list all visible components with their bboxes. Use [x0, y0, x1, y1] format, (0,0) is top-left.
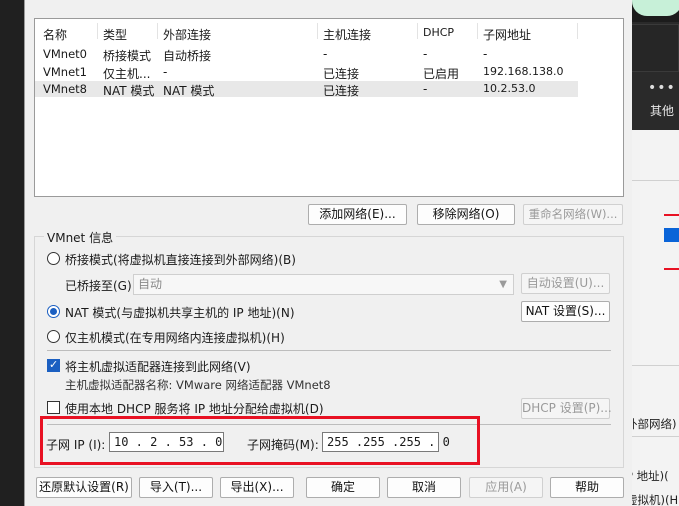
row-dhcp: 已启用: [423, 67, 460, 81]
row-subnet: -: [483, 47, 488, 61]
rename-network-button[interactable]: 重命名网络(W)...: [523, 204, 623, 225]
row-name: VMnet0: [43, 47, 87, 61]
background-text: P 地址)(: [626, 469, 669, 483]
background-other-label[interactable]: 其他: [650, 102, 674, 119]
vmnet-info-title: VMnet 信息: [44, 229, 117, 246]
background-divider: [624, 436, 679, 437]
host-only-radio[interactable]: [47, 330, 60, 343]
column-separator: [97, 23, 98, 39]
row-external: NAT 模式: [163, 84, 215, 98]
column-header-host[interactable]: 主机连接: [323, 26, 371, 43]
virtual-network-editor-dialog: 名称 类型 外部连接 主机连接 DHCP 子网地址 VMnet0 桥接模式 自动…: [24, 0, 632, 506]
column-header-name[interactable]: 名称: [43, 26, 67, 43]
row-host: 已连接: [323, 84, 360, 98]
row-external: -: [163, 65, 168, 79]
auto-settings-button[interactable]: 自动设置(U)...: [521, 273, 610, 294]
cancel-button[interactable]: 取消: [387, 477, 461, 498]
highlight-box-rect: [40, 416, 480, 465]
nat-mode-radio[interactable]: [47, 305, 60, 318]
column-header-dhcp[interactable]: DHCP: [423, 26, 454, 39]
add-network-button[interactable]: 添加网络(E)...: [308, 204, 407, 225]
row-dhcp: -: [423, 47, 428, 61]
row-type: 桥接模式: [103, 49, 152, 63]
column-separator: [577, 23, 578, 39]
host-only-label[interactable]: 仅主机模式(在专用网络内连接虚拟机)(H): [65, 329, 285, 346]
bridged-to-value: 自动: [138, 277, 163, 291]
bridged-to-select[interactable]: 自动 ▼: [133, 274, 514, 295]
table-row[interactable]: VMnet0 桥接模式 自动桥接 - - -: [35, 46, 623, 63]
row-type: NAT 模式: [103, 84, 155, 98]
row-subnet: 192.168.138.0: [483, 65, 564, 78]
network-table[interactable]: 名称 类型 外部连接 主机连接 DHCP 子网地址 VMnet0 桥接模式 自动…: [34, 18, 624, 197]
remove-network-button[interactable]: 移除网络(O): [417, 204, 515, 225]
column-header-external[interactable]: 外部连接: [163, 26, 211, 43]
background-red-line: [664, 268, 679, 270]
use-dhcp-checkbox[interactable]: [47, 401, 60, 414]
connect-host-adapter-checkbox[interactable]: [47, 358, 60, 372]
background-divider: [624, 365, 679, 366]
apply-button[interactable]: 应用(A): [469, 477, 543, 498]
column-separator: [317, 23, 318, 39]
connect-host-adapter-label[interactable]: 将主机虚拟适配器连接到此网络(V): [65, 358, 251, 375]
export-button[interactable]: 导出(X)...: [220, 477, 294, 498]
table-row-selected[interactable]: VMnet8 NAT 模式 NAT 模式 已连接 - 10.2.53.0: [35, 81, 578, 98]
use-dhcp-label[interactable]: 使用本地 DHCP 服务将 IP 地址分配给虚拟机(D): [65, 400, 324, 417]
background-app-window: ••• 其他 外部网络) P 地址)( 虚拟机)(H: [624, 0, 679, 506]
background-text: 虚拟机)(H: [626, 493, 679, 506]
restore-defaults-button[interactable]: 还原默认设置(R): [36, 477, 132, 498]
column-header-subnet[interactable]: 子网地址: [483, 26, 531, 43]
background-divider: [624, 180, 679, 181]
table-row[interactable]: VMnet1 仅主机... - 已连接 已启用 192.168.138.0: [35, 64, 623, 81]
row-name: VMnet8: [43, 82, 87, 96]
row-subnet: 10.2.53.0: [483, 82, 536, 95]
row-host: 已连接: [323, 67, 360, 81]
column-header-type[interactable]: 类型: [103, 26, 127, 43]
column-separator: [417, 23, 418, 39]
column-separator: [157, 23, 158, 39]
background-app-green-button: [632, 0, 679, 16]
more-dots-icon[interactable]: •••: [648, 80, 676, 96]
background-blue-selection: [664, 228, 679, 242]
network-table-header: 名称 类型 外部连接 主机连接 DHCP 子网地址: [35, 19, 623, 43]
bridge-mode-label[interactable]: 桥接模式(将虚拟机直接连接到外部网络)(B): [65, 251, 296, 268]
highlight-box: [40, 416, 480, 465]
dhcp-settings-button[interactable]: DHCP 设置(P)...: [521, 398, 612, 419]
background-app-card: [624, 24, 679, 72]
nat-settings-button[interactable]: NAT 设置(S)...: [521, 301, 610, 322]
row-external: 自动桥接: [163, 49, 212, 63]
host-adapter-name: 主机虚拟适配器名称: VMware 网络适配器 VMnet8: [65, 378, 331, 392]
row-dhcp: -: [423, 82, 428, 96]
bridge-mode-radio[interactable]: [47, 252, 60, 265]
row-name: VMnet1: [43, 65, 87, 79]
background-app-content: 外部网络) P 地址)( 虚拟机)(H: [624, 130, 679, 506]
bridged-to-label: 已桥接至(G):: [65, 279, 136, 293]
row-type: 仅主机...: [103, 67, 151, 81]
background-text: 外部网络): [626, 417, 677, 431]
column-separator: [477, 23, 478, 39]
divider: [47, 350, 611, 351]
import-button[interactable]: 导入(T)...: [139, 477, 213, 498]
ok-button[interactable]: 确定: [306, 477, 380, 498]
chevron-down-icon: ▼: [499, 279, 507, 290]
nat-mode-label[interactable]: NAT 模式(与虚拟机共享主机的 IP 地址)(N): [65, 304, 295, 321]
row-host: -: [323, 47, 328, 61]
help-button[interactable]: 帮助: [550, 477, 624, 498]
background-red-line: [664, 214, 679, 216]
